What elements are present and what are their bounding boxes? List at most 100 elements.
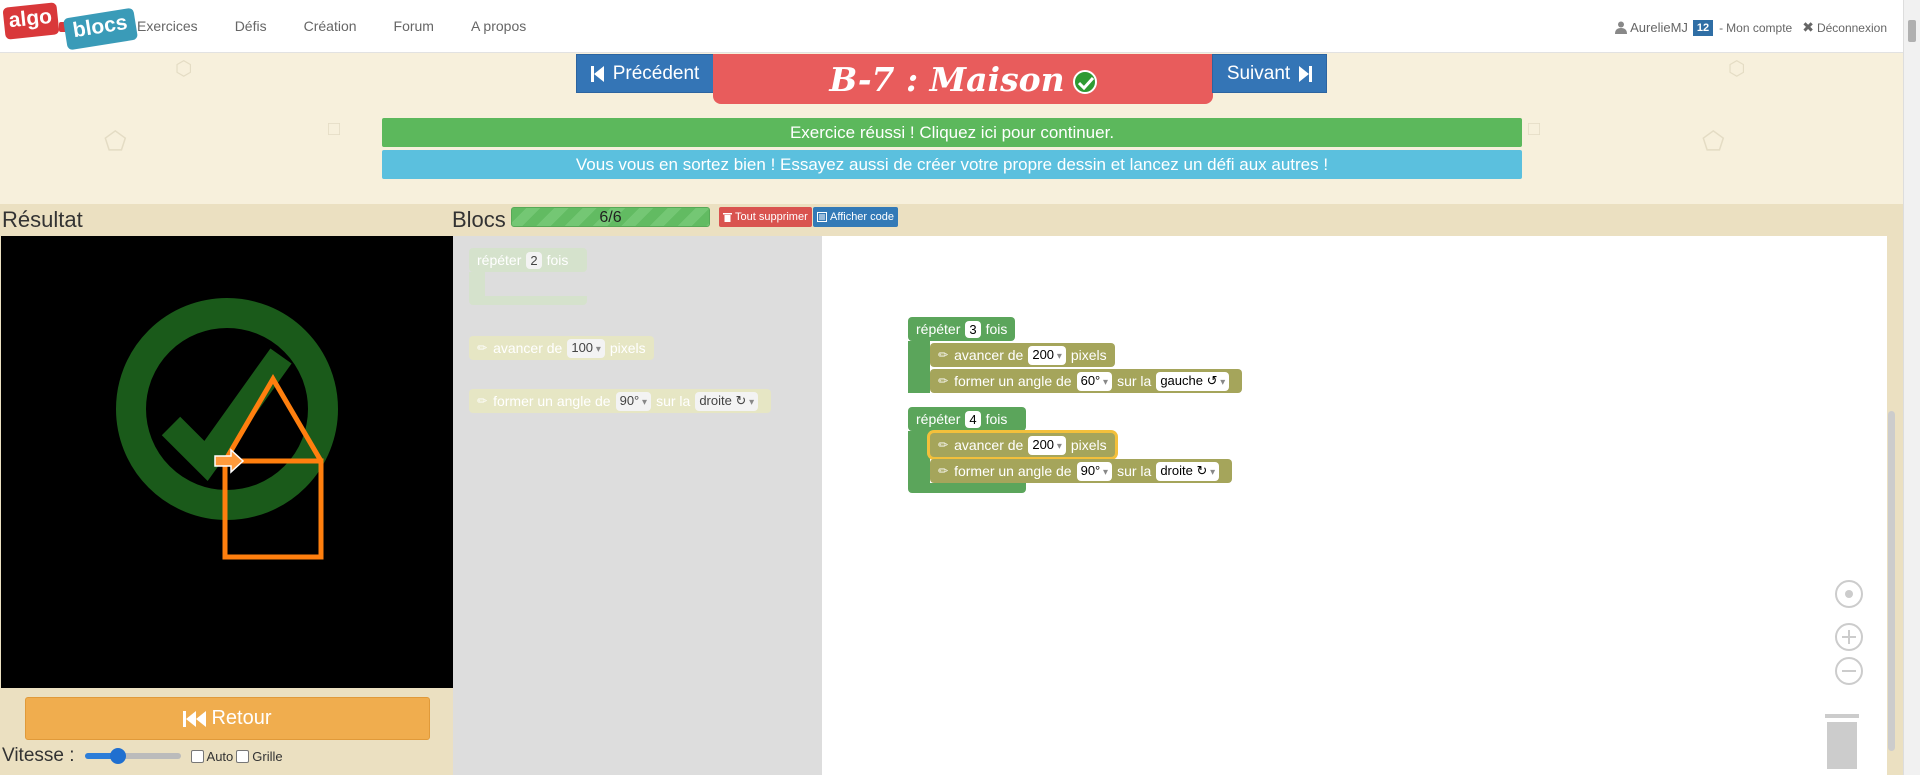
separator-dash: - <box>1719 20 1724 35</box>
user-menu: AurelieMJ 12 - Mon compte ✖ Déconnexion <box>1615 19 1887 36</box>
loop-2-count-field[interactable]: 4 <box>965 410 981 428</box>
toolbox-repeat-arm <box>469 272 485 296</box>
toolbox-repeat-block[interactable]: répéter 2 fois <box>469 248 587 305</box>
success-check-icon <box>1072 70 1097 94</box>
loop-2-turn-prefix: former un angle de <box>954 463 1072 479</box>
pencil-icon: ✏ <box>938 348 949 362</box>
speed-slider[interactable] <box>84 748 181 764</box>
auto-label: Auto <box>206 748 234 764</box>
nav-link-apropos[interactable]: A propos <box>471 18 526 34</box>
grid-checkbox[interactable] <box>236 749 250 763</box>
block-toolbox: répéter 2 fois ✏ avancer de 100 pixels ✏… <box>453 236 822 775</box>
delete-all-label: Tout supprimer <box>735 211 808 223</box>
nav-link-exercices[interactable]: Exercices <box>137 18 198 34</box>
top-navbar: algo blocs Exercices Défis Création Foru… <box>0 0 1903 53</box>
blocks-heading: Blocs <box>452 207 506 232</box>
pencil-icon: ✏ <box>938 374 949 388</box>
toolbox-turn-prefix: former un angle de <box>493 393 611 409</box>
drawing-output <box>116 298 338 560</box>
zoom-out-button[interactable] <box>1835 657 1863 685</box>
recenter-button[interactable] <box>1835 580 1863 608</box>
loop-2-turn-middle: sur la <box>1117 463 1152 479</box>
result-canvas <box>1 236 453 688</box>
workspace-scrollbar[interactable] <box>1888 411 1895 751</box>
loop-2-arm <box>908 431 930 483</box>
user-level-badge: 12 <box>1692 19 1714 36</box>
success-check-mark <box>161 348 292 482</box>
page-scrollbar-thumb[interactable] <box>1908 20 1916 42</box>
nav-links: Exercices Défis Création Forum A propos <box>137 18 563 34</box>
pencil-icon: ✏ <box>477 394 488 408</box>
loop-1-arm <box>908 341 930 393</box>
speed-controls: Vitesse : Auto Grille <box>2 744 283 768</box>
loop-1-turn-prefix: former un angle de <box>954 373 1072 389</box>
toolbox-repeat-count-field[interactable]: 2 <box>526 251 542 269</box>
loop-1-count-field[interactable]: 3 <box>965 320 981 338</box>
toolbox-turn-direction-field[interactable]: droite ↻ <box>695 391 759 411</box>
loop-2-turn-direction-field[interactable]: droite ↻ <box>1156 461 1220 481</box>
loop-2-turn-angle-field[interactable]: 90° <box>1076 461 1113 481</box>
result-heading: Résultat <box>2 207 83 232</box>
loop-1-suffix: fois <box>985 321 1008 337</box>
toolbox-turn-angle-field[interactable]: 90° <box>615 391 652 411</box>
logout-x-icon: ✖ <box>1802 19 1814 35</box>
exercise-title: B-7 : Maison <box>829 59 1065 99</box>
logo-algo-text: algo <box>2 1 60 40</box>
trash-icon <box>723 213 732 222</box>
loop-1-turn-direction-field[interactable]: gauche ↺ <box>1156 371 1230 391</box>
algoblocs-logo[interactable]: algo blocs <box>2 0 138 53</box>
user-icon <box>1615 21 1628 34</box>
logout-link[interactable]: Déconnexion <box>1817 21 1887 35</box>
zoom-in-button[interactable] <box>1835 623 1863 651</box>
success-banner[interactable]: Exercice réussi ! Cliquez ici pour conti… <box>382 118 1522 147</box>
pencil-icon: ✏ <box>477 341 488 355</box>
account-link[interactable]: Mon compte <box>1726 21 1792 35</box>
delete-all-button[interactable]: Tout supprimer <box>719 207 812 227</box>
loop-1-prefix: répéter <box>916 321 961 337</box>
previous-button[interactable]: Précédent <box>576 54 714 93</box>
loop-1-turn-block[interactable]: ✏ former un angle de 60° sur la gauche ↺ <box>930 369 1243 393</box>
decorative-square-icon: □ <box>1528 118 1541 140</box>
show-code-button[interactable]: Afficher code <box>813 207 899 227</box>
block-workspace[interactable]: répéter 3 fois ✏ avancer de 200 pixels ✏… <box>822 236 1895 775</box>
pencil-icon: ✏ <box>938 464 949 478</box>
loop-2-forward-block[interactable]: ✏ avancer de 200 pixels <box>930 433 1115 457</box>
auto-checkbox[interactable] <box>190 749 204 763</box>
retour-label: Retour <box>211 707 272 729</box>
toolbox-repeat-foot <box>469 296 587 305</box>
loop-2-forward-value-field[interactable]: 200 <box>1028 435 1066 455</box>
workspace-trash-icon[interactable] <box>1822 711 1862 769</box>
nav-link-defis[interactable]: Défis <box>235 18 267 34</box>
loop-2-forward-prefix: avancer de <box>954 437 1024 453</box>
skip-back-icon <box>590 65 604 82</box>
rewind-icon <box>183 710 207 727</box>
speed-label: Vitesse : <box>2 745 75 766</box>
loop-1-forward-value-field[interactable]: 200 <box>1028 345 1066 365</box>
logo-blocs-text: blocs <box>62 7 138 50</box>
loop-2-turn-block[interactable]: ✏ former un angle de 90° sur la droite ↻ <box>930 459 1233 483</box>
toolbox-turn-block[interactable]: ✏ former un angle de 90° sur la droite ↻ <box>469 389 772 413</box>
page-scrollbar[interactable] <box>1903 0 1920 775</box>
loop-2-suffix: fois <box>985 411 1008 427</box>
toolbox-forward-block[interactable]: ✏ avancer de 100 pixels <box>469 336 654 360</box>
loop-2-forward-suffix: pixels <box>1070 437 1107 453</box>
retour-button[interactable]: Retour <box>25 697 430 740</box>
nav-link-creation[interactable]: Création <box>304 18 357 34</box>
speed-slider-knob[interactable] <box>110 748 127 764</box>
toolbox-forward-value-field[interactable]: 100 <box>567 338 605 358</box>
loop-1-turn-angle-field[interactable]: 60° <box>1076 371 1113 391</box>
show-code-label: Afficher code <box>830 211 895 223</box>
previous-label: Précédent <box>612 62 700 84</box>
toolbox-repeat-suffix: fois <box>546 252 569 268</box>
next-button[interactable]: Suivant <box>1212 54 1327 93</box>
code-list-icon <box>817 212 827 222</box>
loop-2-foot <box>908 483 1026 493</box>
loop-1-forward-block[interactable]: ✏ avancer de 200 pixels <box>930 343 1115 367</box>
toolbox-repeat-prefix: répéter <box>477 252 522 268</box>
nav-link-forum[interactable]: Forum <box>394 18 434 34</box>
user-name[interactable]: AurelieMJ <box>1630 20 1688 35</box>
exercise-title-box: B-7 : Maison <box>713 54 1213 104</box>
minus-icon <box>1842 670 1856 672</box>
decorative-hexagon-icon: ⬡ <box>175 58 193 80</box>
loop-1-header: répéter 3 fois <box>908 317 1016 341</box>
